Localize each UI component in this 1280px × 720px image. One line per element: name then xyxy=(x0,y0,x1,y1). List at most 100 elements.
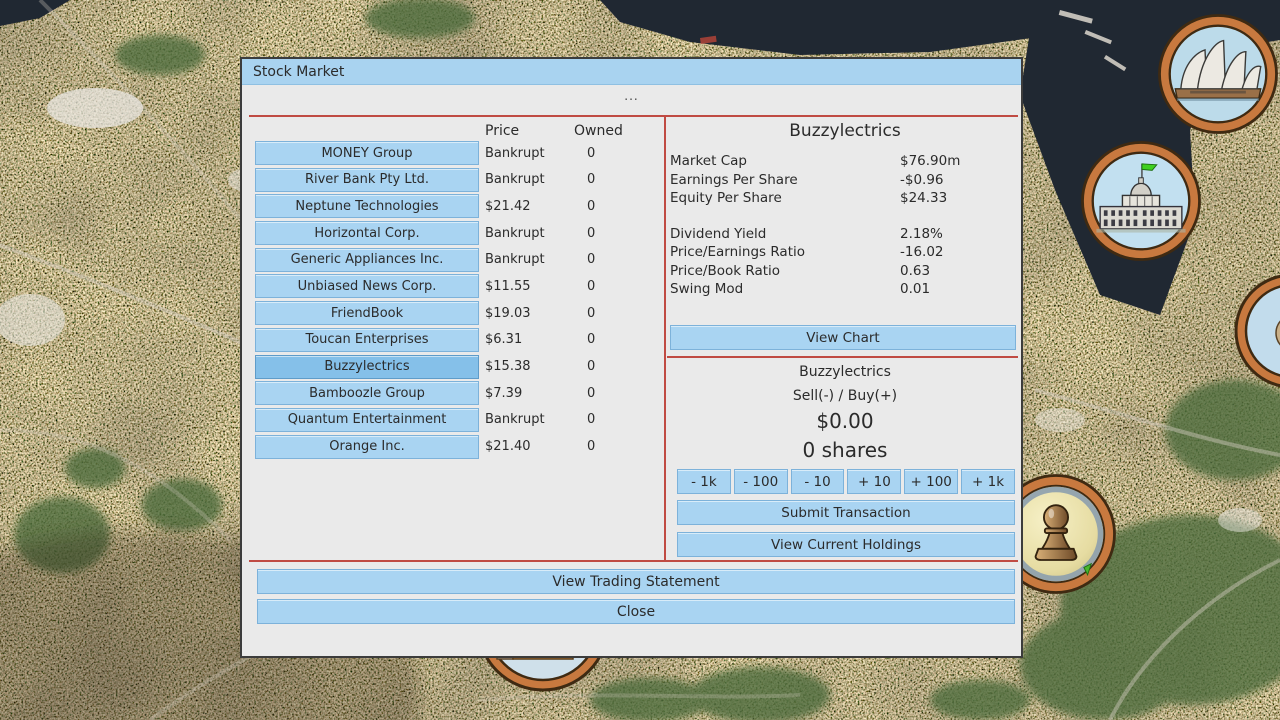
view-trading-statement-button[interactable]: View Trading Statement xyxy=(257,569,1015,594)
company-row: Bamboozle Group$7.390 xyxy=(255,381,634,405)
stat-value: 2.18% xyxy=(900,226,943,242)
company-button[interactable]: Unbiased News Corp. xyxy=(255,274,479,298)
dialog-titlebar[interactable]: Stock Market xyxy=(242,59,1021,85)
owned-cell: 0 xyxy=(574,359,634,374)
company-row: Unbiased News Corp.$11.550 xyxy=(255,274,634,298)
increment-button-row: - 1k - 100 - 10 + 10 + 100 + 1k xyxy=(677,469,1015,494)
trade-divider xyxy=(667,356,1018,358)
company-row-selected: Buzzylectrics$15.380 xyxy=(255,355,634,379)
stat-value: -16.02 xyxy=(900,244,944,260)
view-chart-button[interactable]: View Chart xyxy=(670,325,1016,350)
price-cell: Bankrupt xyxy=(479,412,574,427)
owned-cell: 0 xyxy=(574,252,634,267)
owned-column-header: Owned xyxy=(574,123,623,139)
stat-label: Earnings Per Share xyxy=(670,172,900,188)
plus-1k-button[interactable]: + 1k xyxy=(961,469,1015,494)
plus-100-button[interactable]: + 100 xyxy=(904,469,958,494)
company-button[interactable]: Buzzylectrics xyxy=(255,355,479,379)
company-row: Neptune Technologies$21.420 xyxy=(255,194,634,218)
stat-row: Equity Per Share$24.33 xyxy=(670,189,1018,208)
company-button[interactable]: Quantum Entertainment xyxy=(255,408,479,432)
stock-market-dialog: Stock Market ... Price Owned MONEY Group… xyxy=(240,57,1023,658)
company-button[interactable]: Horizontal Corp. xyxy=(255,221,479,245)
stat-label: Equity Per Share xyxy=(670,190,900,206)
company-row: Horizontal Corp.Bankrupt0 xyxy=(255,221,634,245)
company-button[interactable]: FriendBook xyxy=(255,301,479,325)
opera-house-icon[interactable] xyxy=(1153,9,1280,139)
price-cell: Bankrupt xyxy=(479,226,574,241)
company-row: FriendBook$19.030 xyxy=(255,301,634,325)
price-cell: Bankrupt xyxy=(479,252,574,267)
company-button[interactable]: Toucan Enterprises xyxy=(255,328,479,352)
price-cell: $21.40 xyxy=(479,439,574,454)
price-cell: $6.31 xyxy=(479,332,574,347)
stat-value: 0.01 xyxy=(900,281,930,297)
harbour-landmark-icon[interactable] xyxy=(1234,273,1280,389)
stat-row: Price/Earnings Ratio-16.02 xyxy=(670,243,1018,262)
company-row: Quantum EntertainmentBankrupt0 xyxy=(255,408,634,432)
stat-label: Swing Mod xyxy=(670,281,900,297)
dialog-title: Stock Market xyxy=(253,64,344,80)
company-button[interactable]: MONEY Group xyxy=(255,141,479,165)
company-list: MONEY GroupBankrupt0 River Bank Pty Ltd.… xyxy=(255,141,634,459)
stat-row: Price/Book Ratio0.63 xyxy=(670,262,1018,281)
stat-row: Dividend Yield2.18% xyxy=(670,225,1018,244)
price-column-header: Price xyxy=(485,123,519,139)
game-screen: Stock Market ... Price Owned MONEY Group… xyxy=(0,0,1280,720)
stat-label: Market Cap xyxy=(670,153,900,169)
company-button[interactable]: Orange Inc. xyxy=(255,435,479,459)
owned-cell: 0 xyxy=(574,306,634,321)
company-row: Toucan Enterprises$6.310 xyxy=(255,328,634,352)
top-divider xyxy=(249,115,1018,117)
company-button[interactable]: Generic Appliances Inc. xyxy=(255,248,479,272)
trade-company-label: Buzzylectrics xyxy=(665,364,1025,380)
owned-cell: 0 xyxy=(574,332,634,347)
stat-label: Price/Earnings Ratio xyxy=(670,244,900,260)
owned-cell: 0 xyxy=(574,226,634,241)
company-button[interactable]: Bamboozle Group xyxy=(255,381,479,405)
company-row: Generic Appliances Inc.Bankrupt0 xyxy=(255,248,634,272)
owned-cell: 0 xyxy=(574,199,634,214)
view-current-holdings-button[interactable]: View Current Holdings xyxy=(677,532,1015,557)
stat-value: 0.63 xyxy=(900,263,930,279)
collapse-handle[interactable]: ... xyxy=(242,89,1021,103)
stat-row: Earnings Per Share-$0.96 xyxy=(670,171,1018,190)
price-cell: $21.42 xyxy=(479,199,574,214)
owned-cell: 0 xyxy=(574,146,634,161)
trade-mode-label: Sell(-) / Buy(+) xyxy=(665,388,1025,404)
stat-row: Market Cap$76.90m xyxy=(670,152,1018,171)
detail-company-title: Buzzylectrics xyxy=(665,121,1025,141)
stat-value: $24.33 xyxy=(900,190,947,206)
stat-value: -$0.96 xyxy=(900,172,944,188)
minus-10-button[interactable]: - 10 xyxy=(791,469,845,494)
owned-cell: 0 xyxy=(574,412,634,427)
company-row: River Bank Pty Ltd.Bankrupt0 xyxy=(255,168,634,192)
panel-divider xyxy=(664,115,666,562)
price-cell: Bankrupt xyxy=(479,172,574,187)
price-cell: $7.39 xyxy=(479,386,574,401)
submit-transaction-button[interactable]: Submit Transaction xyxy=(677,500,1015,525)
price-cell: Bankrupt xyxy=(479,146,574,161)
company-stats: Market Cap$76.90m Earnings Per Share-$0.… xyxy=(670,152,1018,299)
footer-divider xyxy=(249,560,1018,562)
minus-100-button[interactable]: - 100 xyxy=(734,469,788,494)
price-cell: $11.55 xyxy=(479,279,574,294)
plus-10-button[interactable]: + 10 xyxy=(847,469,901,494)
stat-value: $76.90m xyxy=(900,153,960,169)
parliament-building-icon[interactable] xyxy=(1076,136,1206,266)
close-button[interactable]: Close xyxy=(257,599,1015,624)
stat-label: Dividend Yield xyxy=(670,226,900,242)
company-button[interactable]: Neptune Technologies xyxy=(255,194,479,218)
owned-cell: 0 xyxy=(574,172,634,187)
trade-amount-value: $0.00 xyxy=(665,409,1025,433)
company-button[interactable]: River Bank Pty Ltd. xyxy=(255,168,479,192)
owned-cell: 0 xyxy=(574,439,634,454)
stat-row: Swing Mod0.01 xyxy=(670,280,1018,299)
trade-shares-value: 0 shares xyxy=(665,438,1025,462)
owned-cell: 0 xyxy=(574,386,634,401)
price-cell: $15.38 xyxy=(479,359,574,374)
owned-cell: 0 xyxy=(574,279,634,294)
price-cell: $19.03 xyxy=(479,306,574,321)
minus-1k-button[interactable]: - 1k xyxy=(677,469,731,494)
company-row: MONEY GroupBankrupt0 xyxy=(255,141,634,165)
